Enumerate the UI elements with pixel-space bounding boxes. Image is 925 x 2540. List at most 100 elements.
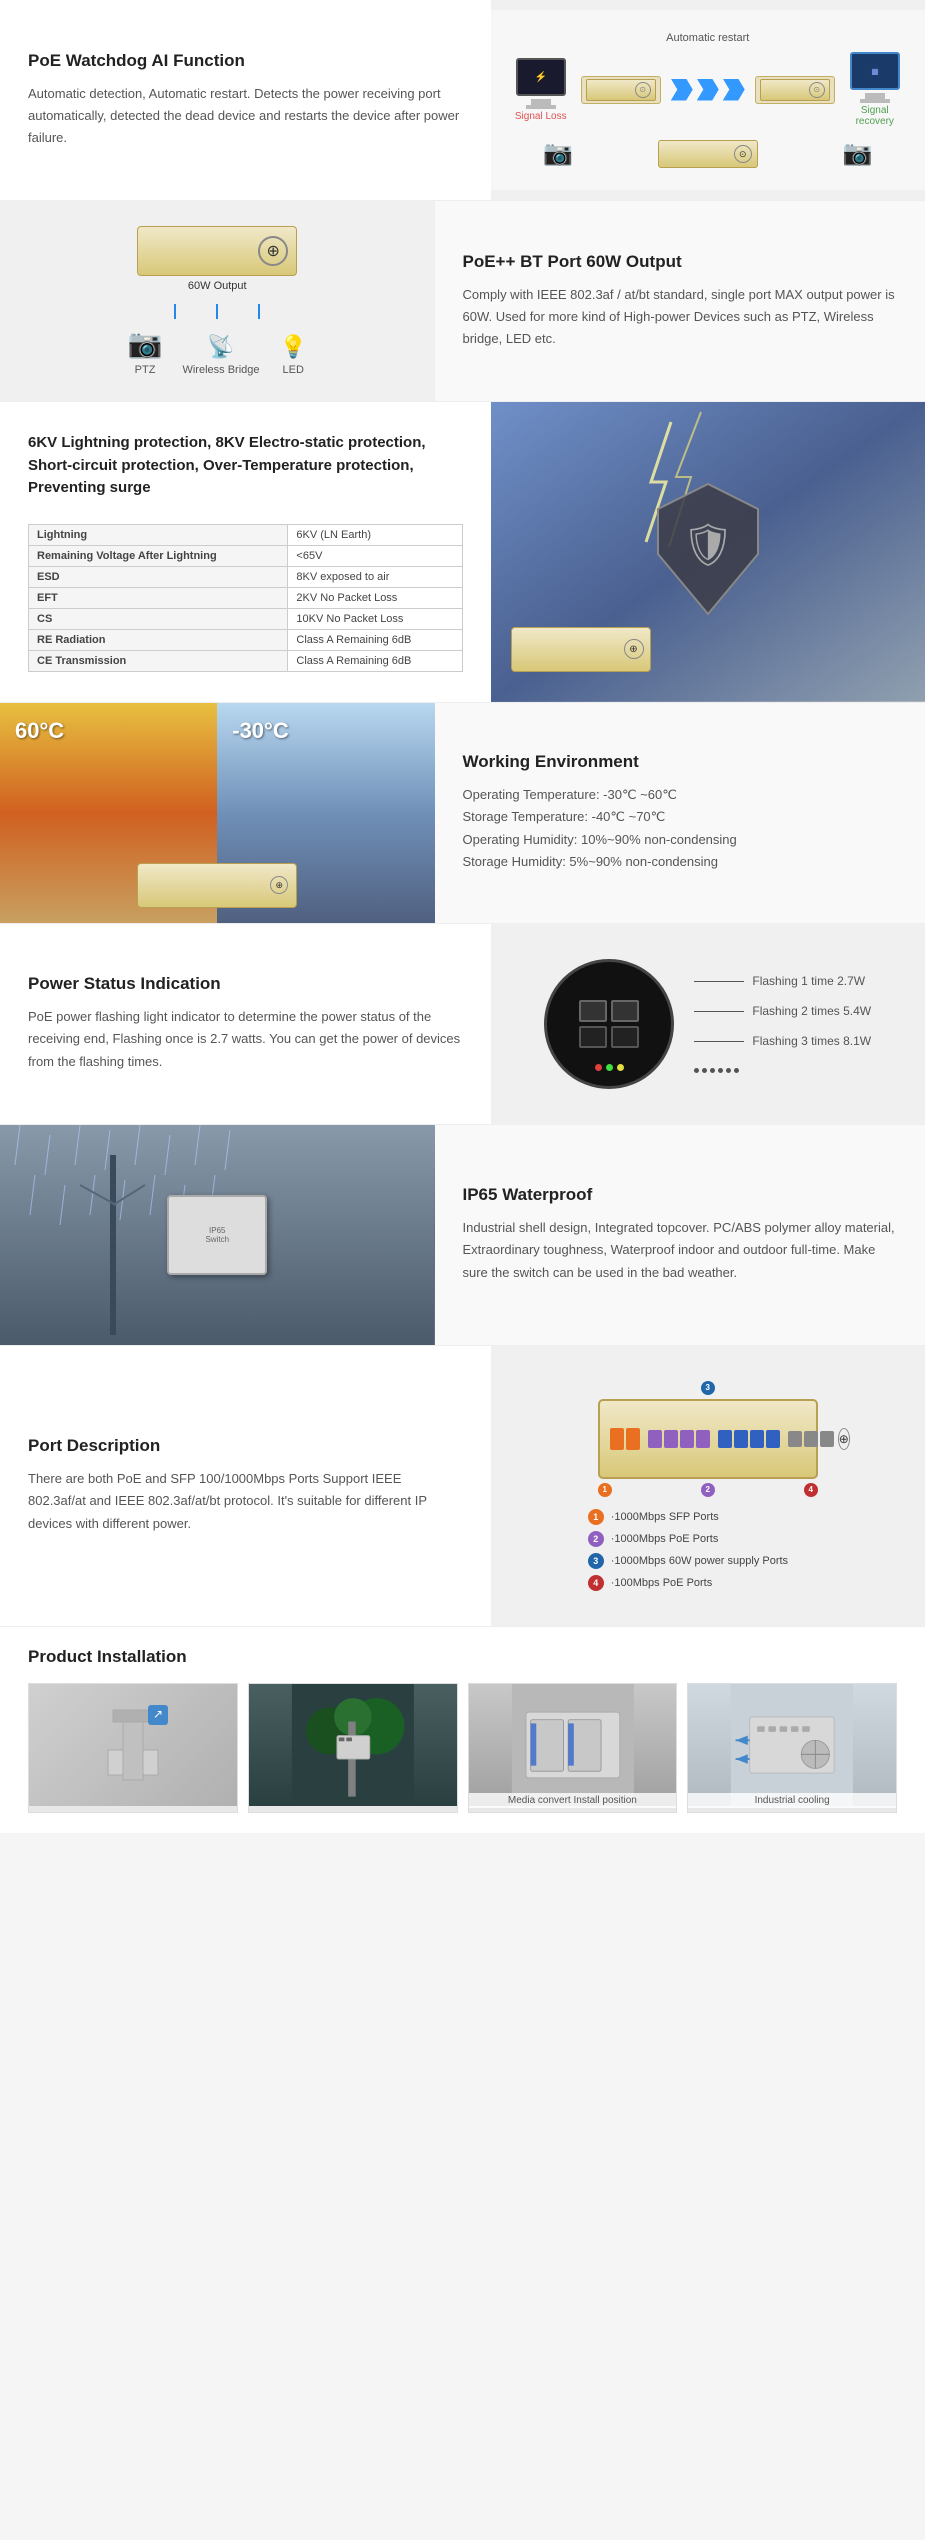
outdoor-switch: IP65Switch — [167, 1195, 267, 1275]
poe-bt-text: PoE++ BT Port 60W Output Comply with IEE… — [435, 201, 925, 401]
device-ptz: 📷 PTZ — [128, 327, 163, 376]
lightning-param: RE Radiation — [29, 629, 288, 650]
broken-screen-icon: ⚡ — [526, 66, 556, 88]
port-purple-4 — [696, 1430, 710, 1448]
cooling-visual — [688, 1684, 896, 1806]
gray-ports — [788, 1431, 834, 1447]
working-env-section: Working Environment Operating Temperatur… — [0, 703, 925, 924]
lightning-table-row: CE TransmissionClass A Remaining 6dB — [29, 650, 463, 671]
port-gray-1 — [788, 1431, 802, 1447]
switch-60w: ⊕ — [137, 226, 297, 276]
dots-row — [694, 1068, 871, 1073]
legend-badge-1: 1 — [588, 1509, 604, 1525]
devices-row: 📷 PTZ 📡 Wireless Bridge 💡 LED — [128, 327, 307, 376]
lightning-table-row: EFT2KV No Packet Loss — [29, 587, 463, 608]
lightning-table: Lightning6KV (LN Earth)Remaining Voltage… — [28, 524, 463, 672]
cold-temp-label: -30°C — [232, 718, 288, 744]
ip65-desc: Industrial shell design, Integrated topc… — [463, 1217, 898, 1283]
port-circle — [544, 959, 674, 1089]
port-diagram: 3 — [491, 1346, 925, 1626]
device-led: 💡 LED — [280, 334, 307, 376]
port-blue-1 — [718, 1430, 732, 1448]
flash-bar-2 — [694, 1011, 744, 1012]
port-jack-1 — [579, 1000, 607, 1022]
ip65-text: IP65 Waterproof Industrial shell design,… — [435, 1125, 925, 1345]
flashing-lines: Flashing 1 time 2.7W Flashing 2 times 5.… — [694, 974, 871, 1073]
legend-badge-3: 3 — [588, 1553, 604, 1569]
lightning-value: Class A Remaining 6dB — [288, 629, 462, 650]
flash-line-1: Flashing 1 time 2.7W — [694, 974, 871, 988]
bridge-label: Wireless Bridge — [182, 364, 259, 376]
shield-container: 🛡 — [648, 479, 768, 624]
port-jack-2 — [611, 1000, 639, 1022]
ip65-image: IP65Switch — [0, 1125, 435, 1345]
badge-4: 4 — [804, 1483, 818, 1497]
svg-text:🛡: 🛡 — [681, 521, 734, 568]
working-env-text: Working Environment Operating Temperatur… — [435, 703, 925, 923]
port-purple-1 — [648, 1430, 662, 1448]
ip65-section: IP65 Waterproof Industrial shell design,… — [0, 1125, 925, 1346]
lightning-visual: 🛡 ⊕ — [491, 402, 925, 702]
install-img-cooling: Industrial cooling — [687, 1683, 897, 1813]
dot-5 — [726, 1068, 731, 1073]
ptz-icon: 📷 — [128, 327, 163, 360]
60w-ports — [718, 1430, 780, 1448]
led-label: LED — [283, 364, 304, 376]
flash-text-2: Flashing 2 times 5.4W — [752, 1004, 871, 1018]
connector-bridge — [216, 304, 218, 319]
lightning-param: Lightning — [29, 524, 288, 545]
legend-badge-2: 2 — [588, 1531, 604, 1547]
media-label: Media convert Install position — [469, 1793, 677, 1808]
power-status-title: Power Status Indication — [28, 974, 463, 994]
port-legend: 1 ·1000Mbps SFP Ports 2 ·1000Mbps PoE Po… — [588, 1509, 828, 1591]
legend-badge-4: 4 — [588, 1575, 604, 1591]
switch-device-2: ⊙ — [755, 76, 835, 104]
watchdog-title: PoE Watchdog AI Function — [28, 51, 463, 71]
switch-front: ⊙ — [658, 140, 758, 168]
port-orange-2 — [626, 1428, 640, 1450]
poe-bt-title: PoE++ BT Port 60W Output — [463, 252, 898, 272]
watchdog-diagram: Automatic restart ⚡ Signal Loss — [491, 10, 925, 190]
port-desc-text: Port Description There are both PoE and … — [0, 1346, 491, 1626]
power-diagram: Flashing 1 time 2.7W Flashing 2 times 5.… — [491, 924, 925, 1124]
installation-section: Product Installation ↗ — [0, 1627, 925, 1833]
lightning-param: CE Transmission — [29, 650, 288, 671]
power-status-text: Power Status Indication PoE power flashi… — [0, 924, 491, 1124]
lightning-table-row: CS10KV No Packet Loss — [29, 608, 463, 629]
working-env-image: 60°C -30°C ⊕ — [0, 703, 435, 923]
legend-100m: 4 ·100Mbps PoE Ports — [588, 1575, 713, 1591]
installation-images: ↗ — [28, 1683, 897, 1813]
ip65-title: IP65 Waterproof — [463, 1185, 898, 1205]
flash-bar-3 — [694, 1041, 744, 1042]
port-jack-3 — [579, 1026, 607, 1048]
camera-icon: 📷 — [543, 139, 573, 168]
outdoor-visual — [249, 1684, 457, 1806]
lightning-image: 🛡 ⊕ — [491, 402, 925, 702]
media-svg — [469, 1684, 677, 1806]
lightning-table-row: Lightning6KV (LN Earth) — [29, 524, 463, 545]
lightning-table-row: Remaining Voltage After Lightning<65V — [29, 545, 463, 566]
switch-fan: ⊕ — [838, 1428, 850, 1450]
port-desc-image: 3 — [491, 1346, 925, 1626]
installation-title: Product Installation — [28, 1647, 897, 1667]
hot-temp-label: 60°C — [15, 718, 64, 744]
poe-bt-desc: Comply with IEEE 802.3af / at/bt standar… — [463, 284, 898, 350]
temperature-visual: 60°C -30°C ⊕ — [0, 703, 435, 923]
dot-2 — [702, 1068, 707, 1073]
port-desc-title: Port Description — [28, 1436, 463, 1456]
dot-4 — [718, 1068, 723, 1073]
switch-ports-container: 3 — [598, 1381, 818, 1497]
port-desc-desc: There are both PoE and SFP 100/1000Mbps … — [28, 1468, 463, 1534]
bracket-svg: ↗ — [93, 1700, 173, 1790]
port-purple-3 — [680, 1430, 694, 1448]
port-blue-3 — [750, 1430, 764, 1448]
clear-screen-icon: ▦ — [860, 60, 890, 82]
watchdog-desc: Automatic detection, Automatic restart. … — [28, 83, 463, 149]
dot-6 — [734, 1068, 739, 1073]
legend-100m-label: ·100Mbps PoE Ports — [611, 1577, 713, 1589]
lightning-table-row: ESD8KV exposed to air — [29, 566, 463, 587]
legend-poe-label: ·1000Mbps PoE Ports — [611, 1533, 719, 1545]
flash-bar-1 — [694, 981, 744, 982]
media-visual — [469, 1684, 677, 1806]
lightning-value: 10KV No Packet Loss — [288, 608, 462, 629]
